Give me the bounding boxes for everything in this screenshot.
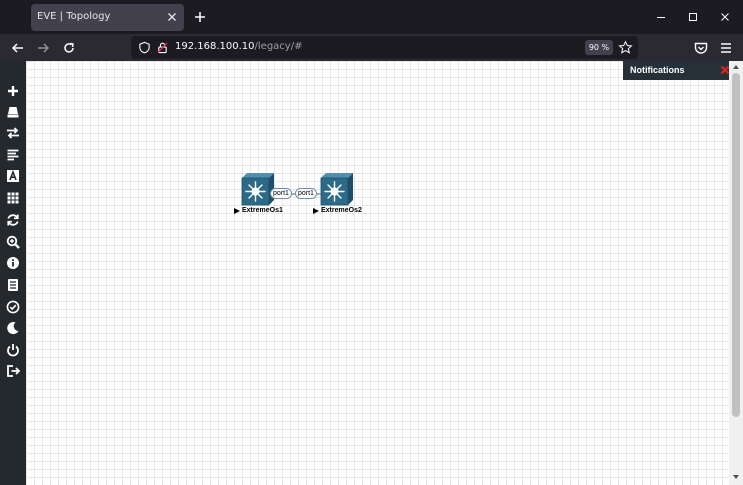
nodes-icon[interactable] xyxy=(5,104,21,120)
close-window-icon[interactable] xyxy=(717,9,733,25)
power-icon[interactable] xyxy=(5,342,21,358)
startup-configs-icon[interactable] xyxy=(5,147,21,163)
zoom-icon[interactable] xyxy=(5,234,21,250)
node-status-icon xyxy=(234,208,240,214)
port-label[interactable]: port1 xyxy=(270,188,292,199)
pocket-icon[interactable] xyxy=(692,39,710,57)
switch-node-icon[interactable] xyxy=(320,172,354,206)
status-grid-icon[interactable] xyxy=(5,190,21,206)
reload-icon[interactable] xyxy=(60,39,78,57)
url-path: /legacy/# xyxy=(254,41,303,52)
bookmark-star-icon[interactable] xyxy=(618,40,633,55)
new-tab-icon[interactable] xyxy=(192,9,208,25)
add-icon[interactable] xyxy=(5,83,21,99)
node-status-icon xyxy=(313,208,319,214)
info-icon[interactable] xyxy=(5,255,21,271)
notifications-panel[interactable]: Notifications xyxy=(623,61,733,80)
address-bar[interactable]: 192.168.100.10/legacy/# 90 % xyxy=(131,36,638,59)
browser-tab[interactable]: EVE | Topology xyxy=(31,4,184,31)
insecure-lock-icon[interactable] xyxy=(156,41,169,54)
sidebar xyxy=(0,61,26,485)
close-tab-icon[interactable] xyxy=(164,9,180,25)
dark-mode-icon[interactable] xyxy=(5,320,21,336)
navigation-bar: 192.168.100.10/legacy/# 90 % xyxy=(0,34,743,61)
topology-links xyxy=(258,193,338,195)
tab-title: EVE | Topology xyxy=(37,11,111,22)
minimize-icon[interactable] xyxy=(653,9,669,25)
page-content: ExtremeOs1 port1 ExtremeOs2 port1 Notifi… xyxy=(0,61,743,485)
port-label[interactable]: port1 xyxy=(295,188,317,199)
shield-icon[interactable] xyxy=(138,41,151,54)
node-label[interactable]: ExtremeOs2 xyxy=(321,207,362,214)
vertical-scrollbar[interactable] xyxy=(729,61,743,485)
menu-icon[interactable] xyxy=(717,39,735,57)
scroll-up-icon[interactable] xyxy=(732,63,740,71)
switch-node-icon[interactable] xyxy=(241,172,275,206)
refresh-icon[interactable] xyxy=(5,212,21,228)
text-icon[interactable] xyxy=(5,168,21,184)
checkmark-icon[interactable] xyxy=(5,299,21,315)
zoom-level-badge[interactable]: 90 % xyxy=(585,40,613,55)
scroll-down-icon[interactable] xyxy=(732,473,740,481)
logout-icon[interactable] xyxy=(5,363,21,379)
tab-strip: EVE | Topology xyxy=(0,0,743,34)
forward-icon[interactable] xyxy=(34,39,52,57)
node-label[interactable]: ExtremeOs1 xyxy=(242,207,283,214)
url-host: 192.168.100.10 xyxy=(175,41,255,52)
lab-details-icon[interactable] xyxy=(5,277,21,293)
networks-icon[interactable] xyxy=(5,125,21,141)
maximize-icon[interactable] xyxy=(685,9,701,25)
url-text[interactable]: 192.168.100.10/legacy/# xyxy=(175,41,302,52)
scrollbar-thumb[interactable] xyxy=(732,73,740,417)
back-icon[interactable] xyxy=(9,39,27,57)
notifications-title: Notifications xyxy=(630,65,685,75)
topology-canvas[interactable]: ExtremeOs1 port1 ExtremeOs2 port1 xyxy=(26,61,729,485)
